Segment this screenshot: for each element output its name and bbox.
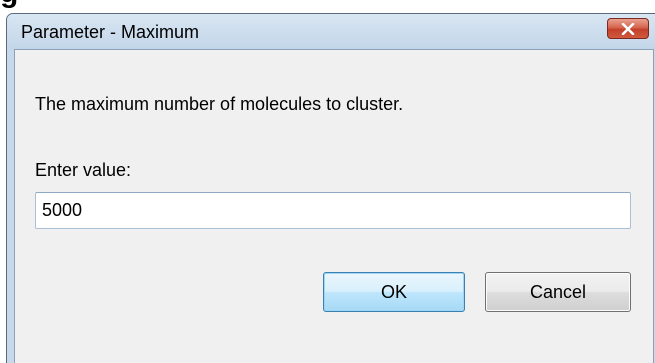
parameter-dialog: Parameter - Maximum The maximum number o… xyxy=(6,13,655,363)
cancel-button[interactable]: Cancel xyxy=(485,272,631,312)
title-bar[interactable]: Parameter - Maximum xyxy=(7,14,655,49)
background-text-fragment: g xyxy=(0,0,18,8)
value-label: Enter value: xyxy=(35,160,132,180)
window-title: Parameter - Maximum xyxy=(21,22,200,42)
ok-button[interactable]: OK xyxy=(323,272,465,312)
value-input[interactable] xyxy=(35,192,631,229)
description-text: The maximum number of molecules to clust… xyxy=(35,94,404,114)
dialog-body: The maximum number of molecules to clust… xyxy=(14,49,654,363)
close-button[interactable] xyxy=(607,18,649,39)
screen: g Parameter - Maximum The maximum number… xyxy=(0,0,655,363)
close-icon xyxy=(621,22,635,35)
